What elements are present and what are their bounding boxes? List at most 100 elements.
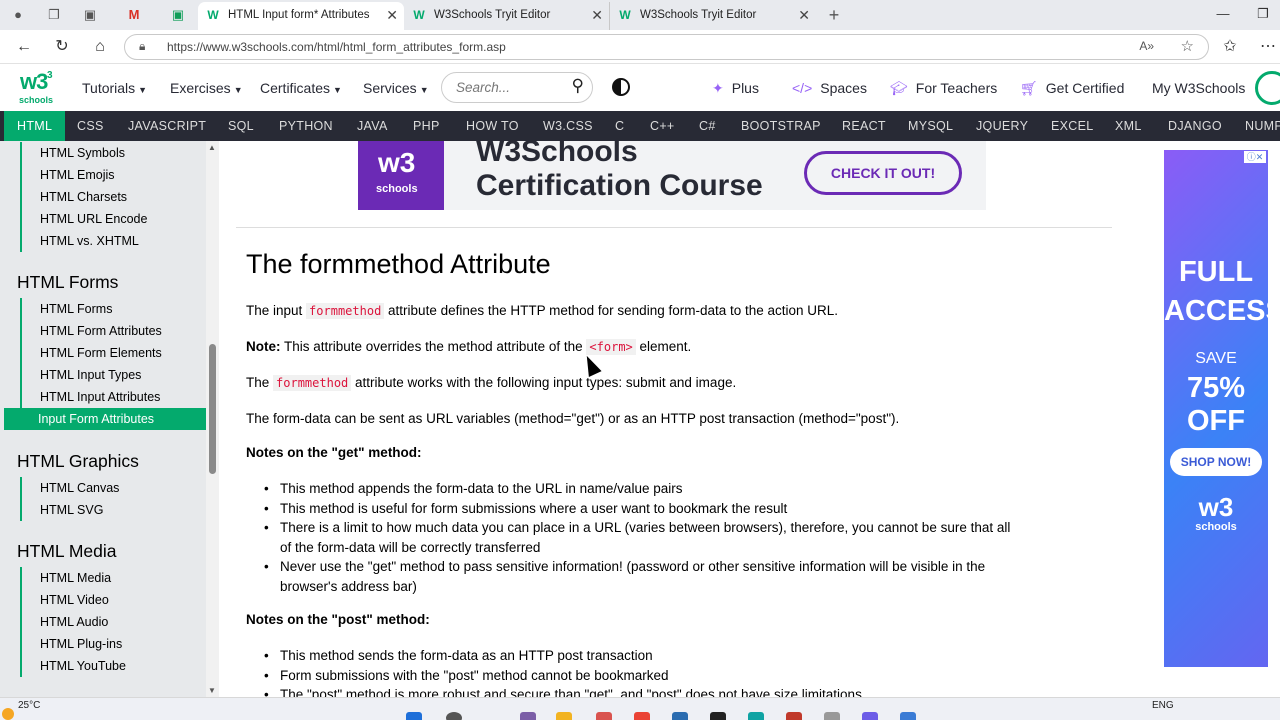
sidebar-item-audio[interactable]: HTML Audio (20, 611, 206, 633)
start-icon[interactable] (406, 712, 422, 720)
menu-exercises[interactable]: Exercises ▼ (170, 80, 243, 96)
taskbar-app-icon[interactable] (520, 712, 536, 720)
user-avatar[interactable] (1255, 71, 1280, 105)
sidebar-item-youtube[interactable]: HTML YouTube (20, 655, 206, 677)
url-field[interactable]: 🔒︎ https://www.w3schools.com/html/html_f… (124, 34, 1209, 60)
sidebar-item-html-url-encode[interactable]: HTML URL Encode (20, 208, 206, 230)
more-icon[interactable]: ⋯ (1258, 37, 1278, 57)
sidebar-heading-media: HTML Media (17, 541, 117, 561)
lang-w3css[interactable]: W3.CSS (543, 111, 593, 141)
tab-active[interactable]: W HTML Input form* Attributes ✕ (198, 2, 404, 30)
taskbar-app-icon[interactable] (862, 712, 878, 720)
read-aloud-icon[interactable]: A» (1139, 39, 1154, 53)
sidebar-item-input-types[interactable]: HTML Input Types (20, 364, 206, 386)
sidebar-item-svg[interactable]: HTML SVG (20, 499, 206, 521)
taskbar-app-icon[interactable] (596, 712, 612, 720)
sidebar-item-html-symbols[interactable]: HTML Symbols (20, 142, 206, 164)
scrollbar-thumb[interactable] (209, 344, 216, 474)
profile-icon[interactable]: ● (10, 7, 26, 23)
lang-php[interactable]: PHP (413, 111, 440, 141)
lang-jquery[interactable]: JQUERY (976, 111, 1028, 141)
link-plus[interactable]: ✦ Plus (712, 80, 759, 97)
link-for-teachers[interactable]: 🎓︎ For Teachers (890, 80, 997, 97)
favorites-icon[interactable]: ✩ (1220, 37, 1240, 57)
tab-tryit-2[interactable]: W W3Schools Tryit Editor ✕ (610, 2, 816, 30)
sidebar-item-media[interactable]: HTML Media (20, 567, 206, 589)
tab-tryit-1[interactable]: W W3Schools Tryit Editor ✕ (404, 2, 610, 30)
sidebar-item-form-attributes[interactable]: HTML Form Attributes (20, 320, 206, 342)
site-top-nav: w3 3 schools Tutorials ▼ Exercises ▼ Certi… (0, 65, 1280, 111)
sidebar-item-html-forms[interactable]: HTML Forms (20, 298, 206, 320)
refresh-icon[interactable]: ↻ (52, 37, 72, 57)
sidebar-item-html-emojis[interactable]: HTML Emojis (20, 164, 206, 186)
ad-close-icon[interactable]: ⓘ✕ (1244, 151, 1266, 163)
lang-howto[interactable]: HOW TO (466, 111, 519, 141)
lang-javascript[interactable]: JAVASCRIPT (128, 111, 206, 141)
scroll-down-icon[interactable]: ▼ (208, 686, 216, 695)
side-ad-banner[interactable]: ⓘ✕ FULL ACCESS SAVE 75% OFF SHOP NOW! w3… (1164, 150, 1268, 667)
terminal-icon[interactable] (710, 712, 726, 720)
lang-python[interactable]: PYTHON (279, 111, 333, 141)
menu-tutorials[interactable]: Tutorials ▼ (82, 80, 147, 96)
taskbar-search-icon[interactable] (446, 712, 462, 720)
file-explorer-icon[interactable] (556, 712, 572, 720)
back-icon[interactable]: ← (14, 37, 34, 57)
sidebar-item-form-elements[interactable]: HTML Form Elements (20, 342, 206, 364)
sidebar-item-plugins[interactable]: HTML Plug-ins (20, 633, 206, 655)
search-icon[interactable]: ⚲ (572, 76, 584, 96)
sidebar-item-input-attributes[interactable]: HTML Input Attributes (20, 386, 206, 408)
certification-banner-ad[interactable]: w3 schools W3Schools Certification Cours… (358, 141, 986, 210)
link-my-w3schools[interactable]: My W3Schools (1152, 80, 1245, 96)
check-it-out-button[interactable]: CHECK IT OUT! (804, 151, 962, 195)
search-input[interactable]: Search... ⚲ (441, 72, 593, 103)
workspaces-icon[interactable]: ❐ (46, 7, 62, 23)
sidebar-item-video[interactable]: HTML Video (20, 589, 206, 611)
link-get-certified[interactable]: 🛒︎ Get Certified (1020, 80, 1124, 97)
menu-certificates[interactable]: Certificates ▼ (260, 80, 342, 96)
taskbar-app-icon[interactable] (786, 712, 802, 720)
lang-java[interactable]: JAVA (357, 111, 388, 141)
taskbar-app-icon[interactable] (672, 712, 688, 720)
link-spaces[interactable]: </> Spaces (792, 80, 867, 96)
lang-c[interactable]: C (615, 111, 624, 141)
input-language[interactable]: ENG (1152, 700, 1174, 711)
lang-mysql[interactable]: MYSQL (908, 111, 953, 141)
scroll-up-icon[interactable]: ▲ (208, 143, 216, 152)
close-tab-icon[interactable]: ✕ (386, 2, 398, 28)
favorite-star-icon[interactable]: ☆ (1181, 37, 1194, 55)
lang-cpp[interactable]: C++ (650, 111, 675, 141)
new-tab-icon[interactable]: + (826, 6, 842, 24)
menu-services[interactable]: Services ▼ (363, 80, 429, 96)
shop-now-button[interactable]: SHOP NOW! (1170, 448, 1262, 476)
maximize-icon[interactable]: ❐ (1250, 4, 1276, 24)
lang-bootstrap[interactable]: BOOTSTRAP (741, 111, 821, 141)
lang-csharp[interactable]: C# (699, 111, 716, 141)
lang-react[interactable]: REACT (842, 111, 886, 141)
taskbar-app-icon[interactable] (824, 712, 840, 720)
minimize-icon[interactable]: — (1210, 4, 1236, 24)
lang-xml[interactable]: XML (1115, 111, 1142, 141)
w3schools-logo[interactable]: w3 3 schools (14, 69, 58, 107)
lang-html[interactable]: HTML (4, 111, 66, 141)
sidebar-item-canvas[interactable]: HTML Canvas (20, 477, 206, 499)
gmail-tab-icon[interactable]: M (126, 7, 142, 23)
lang-sql[interactable]: SQL (228, 111, 254, 141)
lang-excel[interactable]: EXCEL (1051, 111, 1094, 141)
dark-mode-toggle-icon[interactable] (612, 78, 630, 96)
sidebar-item-input-form-attributes[interactable]: Input Form Attributes (4, 408, 206, 430)
close-tab-icon[interactable]: ✕ (798, 2, 810, 28)
taskbar-app-icon[interactable] (900, 712, 916, 720)
lang-django[interactable]: DJANGO (1168, 111, 1222, 141)
heading-get-notes: Notes on the "get" method: (246, 445, 422, 460)
lang-css[interactable]: CSS (77, 111, 104, 141)
edge-icon[interactable] (748, 712, 764, 720)
sidebar-item-html-charsets[interactable]: HTML Charsets (20, 186, 206, 208)
pinned-tab-icon[interactable]: ▣ (170, 7, 186, 23)
lang-numpy[interactable]: NUMP (1245, 111, 1280, 141)
tab-actions-icon[interactable]: ▣ (82, 7, 98, 23)
sidebar-item-html-vs-xhtml[interactable]: HTML vs. XHTML (20, 230, 206, 252)
close-tab-icon[interactable]: ✕ (591, 2, 603, 28)
chrome-icon[interactable] (634, 712, 650, 720)
sidebar-scrollbar[interactable]: ▲ ▼ (206, 141, 219, 697)
home-icon[interactable]: ⌂ (90, 37, 110, 57)
